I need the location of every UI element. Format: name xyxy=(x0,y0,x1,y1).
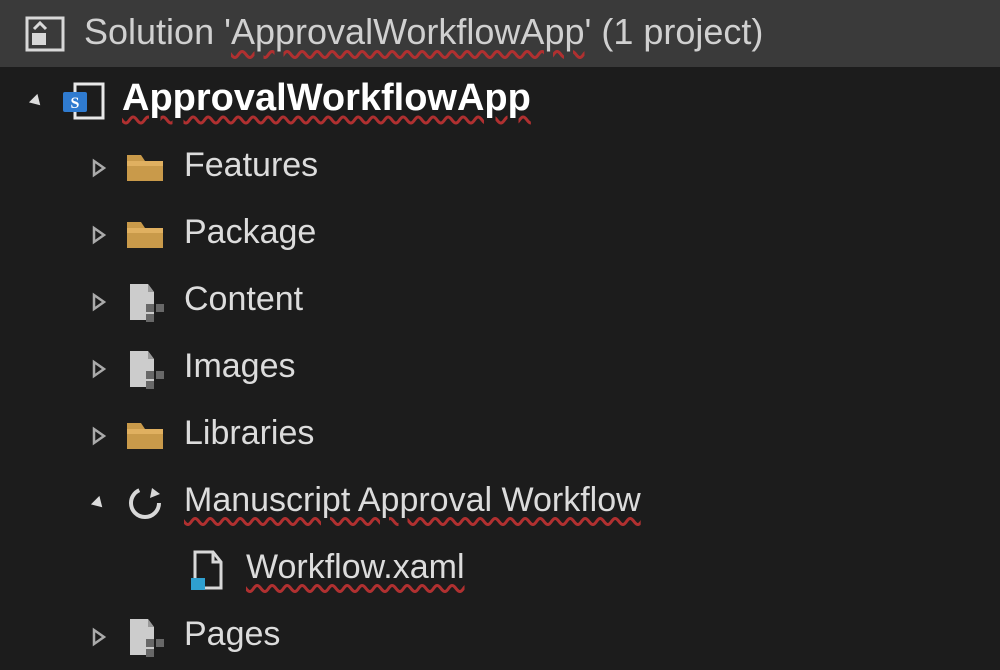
folder-icon xyxy=(120,416,170,456)
tree-item-label: Pages xyxy=(184,614,280,659)
folder-icon xyxy=(120,148,170,188)
workflow-icon xyxy=(120,483,170,523)
tree-item-workflow-xaml[interactable]: Workflow.xaml xyxy=(0,536,1000,603)
tree-item-label: Content xyxy=(184,279,303,324)
tree-item-label: Workflow.xaml xyxy=(246,547,465,592)
tree-item-package[interactable]: Package xyxy=(0,201,1000,268)
solution-row[interactable]: Solution 'ApprovalWorkflowApp' (1 projec… xyxy=(0,0,1000,67)
tree-item-content[interactable]: Content xyxy=(0,268,1000,335)
tree-item-libraries[interactable]: Libraries xyxy=(0,402,1000,469)
module-icon xyxy=(120,617,170,657)
tree-item-label: Features xyxy=(184,145,318,190)
tree-item-label: Manuscript Approval Workflow xyxy=(184,480,641,525)
tree-item-approvalworkflowapp[interactable]: S ApprovalWorkflowApp xyxy=(0,67,1000,134)
tree-item-features[interactable]: Features xyxy=(0,134,1000,201)
expander-closed-icon[interactable] xyxy=(82,426,114,446)
sharepoint-project-icon: S xyxy=(58,81,108,121)
tree-item-label: Libraries xyxy=(184,413,314,458)
xaml-file-icon xyxy=(182,550,232,590)
folder-icon xyxy=(120,215,170,255)
tree-item-images[interactable]: Images xyxy=(0,335,1000,402)
module-icon xyxy=(120,349,170,389)
expander-open-icon[interactable] xyxy=(82,493,114,513)
solution-label: Solution 'ApprovalWorkflowApp' (1 projec… xyxy=(84,10,763,57)
solution-icon xyxy=(20,14,70,54)
expander-closed-icon[interactable] xyxy=(82,292,114,312)
solution-explorer-tree: Solution 'ApprovalWorkflowApp' (1 projec… xyxy=(0,0,1000,670)
svg-text:S: S xyxy=(71,95,80,112)
tree-item-label: Package xyxy=(184,212,316,257)
tree-item-manuscript-approval-workflow[interactable]: Manuscript Approval Workflow xyxy=(0,469,1000,536)
tree-item-label: ApprovalWorkflowApp xyxy=(122,76,531,126)
module-icon xyxy=(120,282,170,322)
expander-closed-icon[interactable] xyxy=(82,359,114,379)
expander-open-icon[interactable] xyxy=(20,91,52,111)
tree-item-pages[interactable]: Pages xyxy=(0,603,1000,670)
expander-closed-icon[interactable] xyxy=(82,225,114,245)
expander-closed-icon[interactable] xyxy=(82,158,114,178)
tree-item-label: Images xyxy=(184,346,296,391)
